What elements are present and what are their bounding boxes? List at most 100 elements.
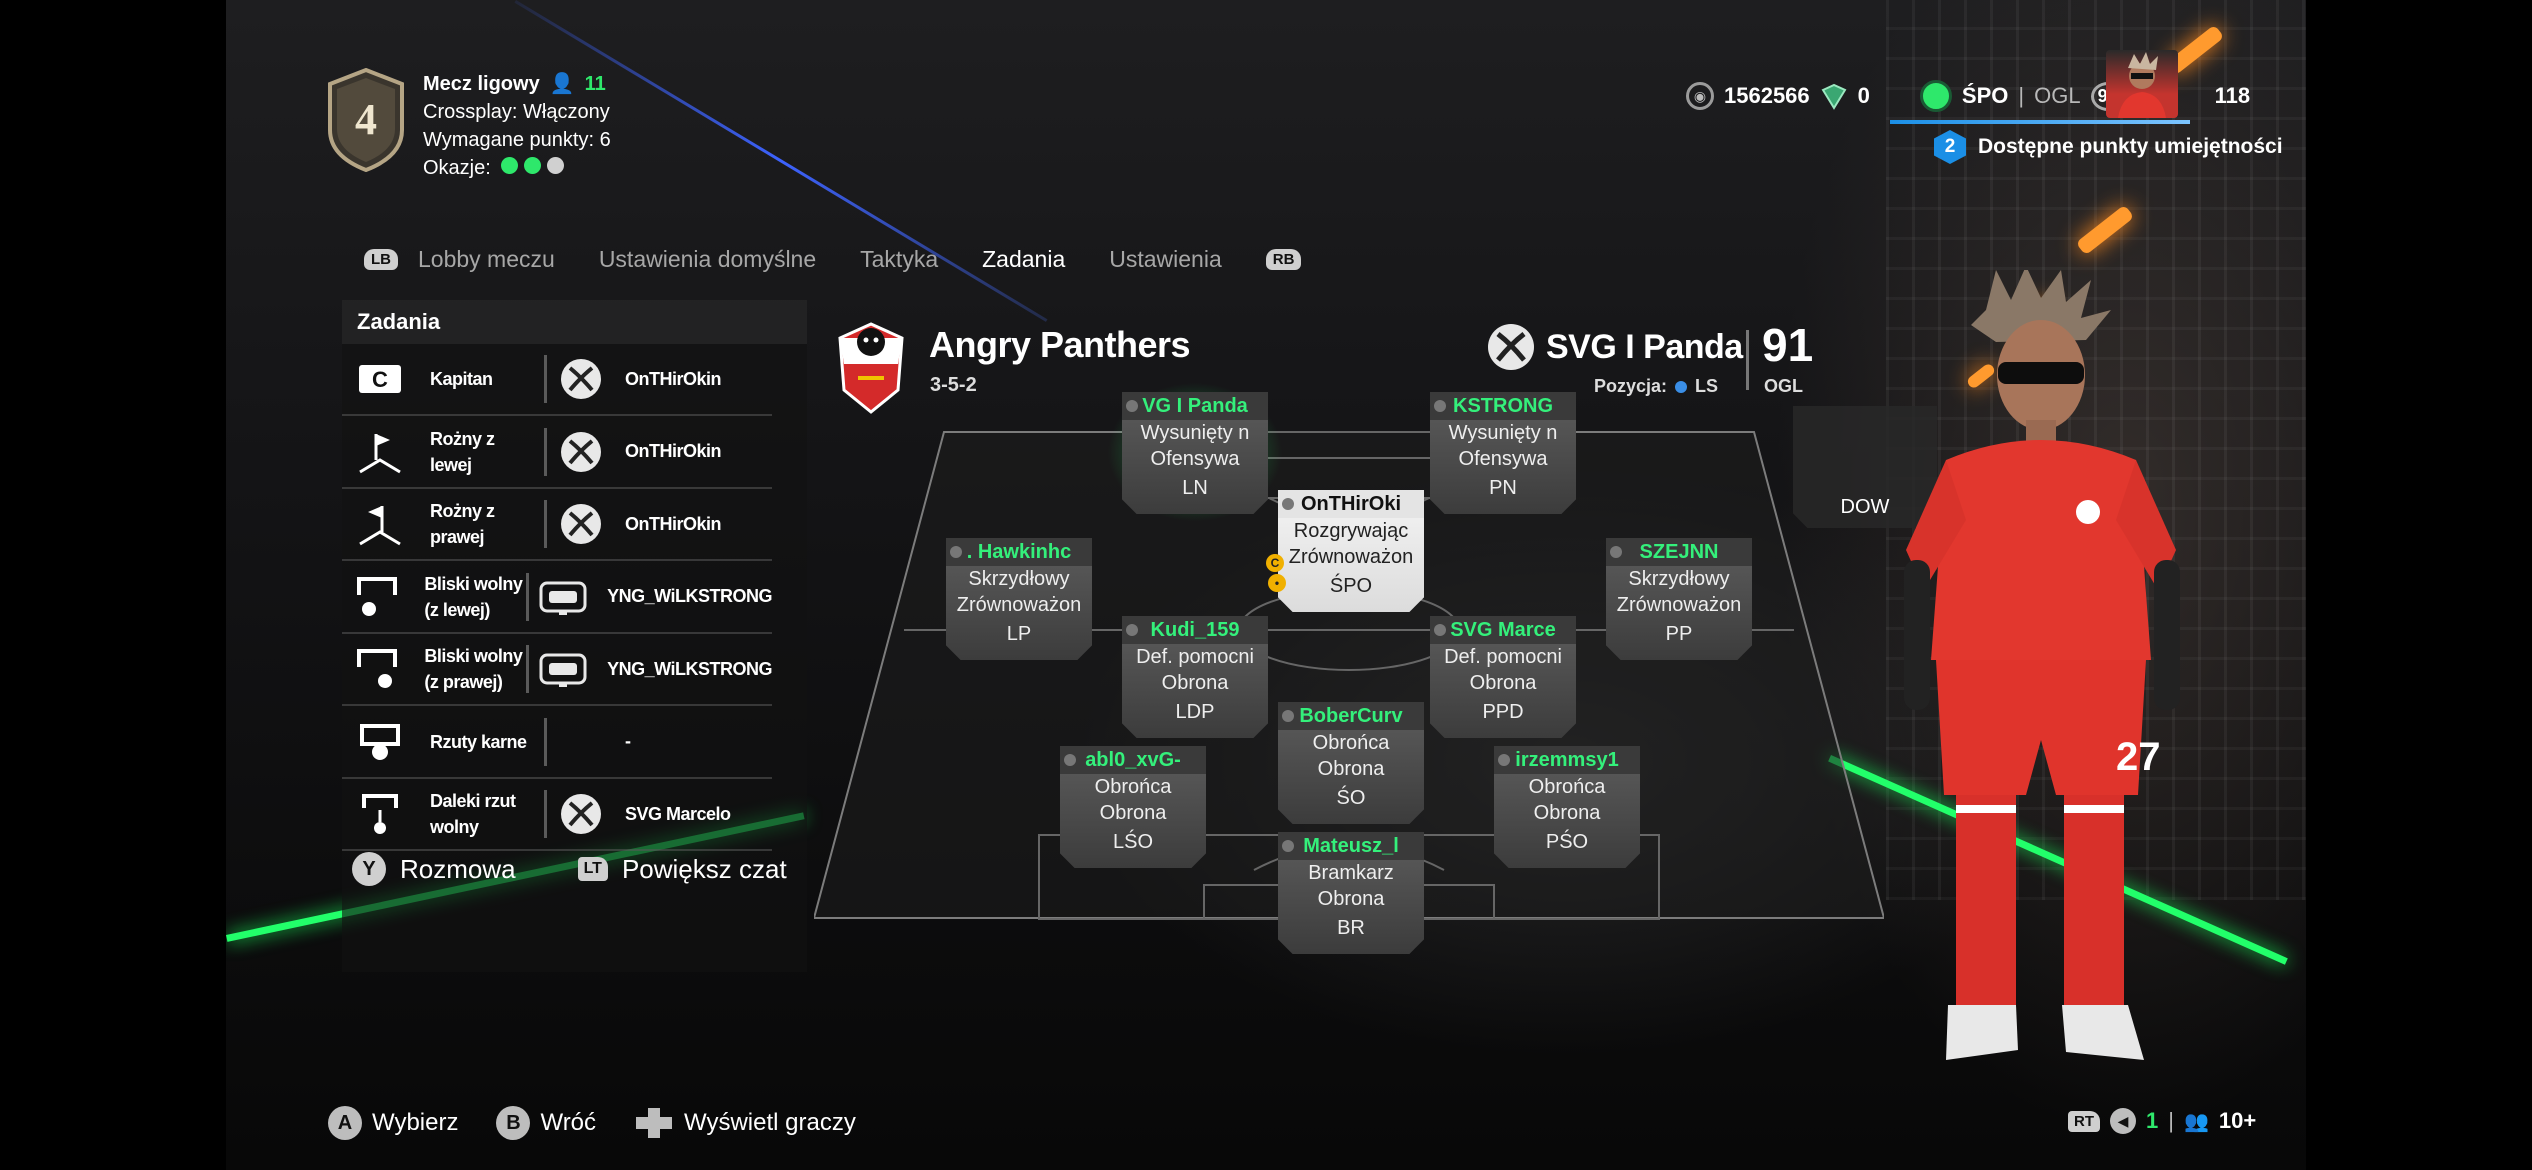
zoom-chat-button[interactable]: Powiększ czat	[622, 854, 787, 885]
y-button-icon[interactable]: Y	[352, 852, 386, 886]
platform-dot-icon	[1498, 754, 1510, 766]
tab-tasks[interactable]: Zadania	[982, 246, 1065, 273]
player-card-role1: Obrońca	[1094, 776, 1172, 798]
task-row[interactable]: Daleki rzut wolny SVG Marcelo	[342, 779, 772, 851]
player-card-ppd[interactable]: SVG Marce Def. pomocni Obrona PPD	[1430, 616, 1576, 738]
player-card-pn[interactable]: KSTRONG Wysunięty n Ofensywa PN	[1430, 392, 1576, 514]
task-row[interactable]: Rożny z lewej OnTHirOkin	[342, 417, 772, 489]
view-players-button[interactable]: Wyświetl graczy	[684, 1109, 856, 1137]
team-name: Angry Panthers	[929, 324, 1191, 365]
required-points: Wymagane punkty: 6	[423, 129, 611, 151]
player-card-role1: Obrońca	[1312, 732, 1390, 754]
player-card-name: . Hawkinhc	[946, 538, 1092, 566]
player-card-br[interactable]: Mateusz_l Bramkarz Obrona BR	[1278, 832, 1424, 954]
xp-progress-bar	[1890, 120, 2190, 124]
platform-dot-icon	[1610, 546, 1622, 558]
free-kick-far-icon	[354, 788, 406, 840]
player-card-name: Mateusz_l	[1278, 832, 1424, 860]
player-avatar[interactable]	[2106, 50, 2178, 118]
player-card-position: ŚPO	[1329, 575, 1373, 597]
platform-dot-icon	[950, 546, 962, 558]
task-divider	[544, 500, 547, 548]
player-card-pso[interactable]: irzemmsy1 Obrońca Obrona PŚO	[1494, 746, 1640, 868]
player-card-name-text: OnTHirOki	[1300, 493, 1401, 515]
chat-button[interactable]: Rozmowa	[400, 854, 516, 885]
player-card-role1: Def. pomocni	[1136, 646, 1254, 668]
tab-settings[interactable]: Ustawienia	[1109, 246, 1222, 273]
xbox-icon	[557, 355, 605, 403]
player-card-name-text: abl0_xvG-	[1085, 749, 1181, 771]
rating-divider	[1746, 330, 1749, 390]
player-position: ŚPO	[1961, 83, 2009, 108]
task-row[interactable]: Bliski wolny (z lewej) YNG_WiLKSTRONG	[342, 562, 772, 634]
xbox-icon	[557, 500, 605, 548]
tab-lobby[interactable]: Lobby meczu	[418, 246, 555, 273]
task-row[interactable]: Bliski wolny (z prawej) YNG_WiLKSTRONG	[342, 634, 772, 706]
task-label: Rzuty karne	[430, 731, 527, 752]
selected-player-name: SVG I Panda	[1546, 327, 1743, 366]
task-row[interactable]: Rożny z prawej OnTHirOkin	[342, 489, 772, 561]
task-assigned-player: SVG Marcelo	[625, 803, 731, 824]
player-card-position: PN	[1489, 477, 1517, 499]
ovr-label: OGL	[2034, 83, 2081, 108]
player-card-lso[interactable]: abl0_xvG- Obrońca Obrona LŚO	[1060, 746, 1206, 868]
division-rank-badge: 4	[326, 67, 406, 173]
platform-dot-icon	[1282, 710, 1294, 722]
task-assigned-player: OnTHirOkin	[625, 441, 722, 461]
chances-label: Okazje:	[423, 157, 491, 179]
crossplay-status: Crossplay: Włączony	[423, 101, 610, 123]
player-card-position: BR	[1337, 917, 1365, 939]
player-card-so[interactable]: BoberCurv Obrońca Obrona ŚO	[1278, 702, 1424, 824]
a-button-icon[interactable]: A	[328, 1106, 362, 1140]
platform-dot-icon	[1434, 400, 1446, 412]
task-label: Rożny z prawej	[430, 501, 495, 547]
platform-dot-icon	[1064, 754, 1076, 766]
player-card-position: PŚO	[1545, 831, 1589, 853]
points-gem-icon	[1821, 83, 1847, 110]
captain-icon: C	[354, 353, 406, 405]
points-value: 0	[1857, 83, 1870, 108]
lt-button-icon[interactable]: LT	[577, 857, 608, 881]
shirt-number: 27	[2116, 735, 2161, 779]
tab-default-settings[interactable]: Ustawienia domyślne	[599, 246, 816, 273]
select-button[interactable]: Wybierz	[372, 1109, 458, 1137]
task-label: Bliski wolny (z prawej)	[424, 646, 523, 692]
platform-dot-icon	[1282, 840, 1294, 852]
player-card-spo[interactable]: OnTHirOki Rozgrywając Zrównoważon ŚPO	[1278, 490, 1424, 612]
player-card-pp[interactable]: SZEJNN Skrzydłowy Zrównoważon PP	[1606, 538, 1752, 660]
player-card-lp[interactable]: . Hawkinhc Skrzydłowy Zrównoważon LP	[946, 538, 1092, 660]
player-card-ldp[interactable]: Kudi_159 Def. pomocni Obrona LDP	[1122, 616, 1268, 738]
b-button-icon[interactable]: B	[496, 1106, 531, 1140]
position-label: Pozycja:	[1594, 376, 1668, 396]
rb-button[interactable]: RB	[1265, 249, 1302, 270]
set-piece-badge-icon: •	[1268, 574, 1286, 592]
skill-points-notice[interactable]: 2 Dostępne punkty umiejętności	[1934, 130, 2283, 164]
player-card-name-text: irzemmsy1	[1515, 749, 1619, 771]
task-row[interactable]: Rzuty karne -	[342, 707, 772, 779]
task-row[interactable]: C Kapitan OnTHirOkin	[342, 344, 772, 416]
platform-dot-icon	[1434, 624, 1446, 636]
player-card-role2: Ofensywa	[1458, 448, 1548, 470]
players-icon: 👤	[549, 73, 575, 95]
tasks-title: Zadania	[342, 300, 807, 344]
platform-dot-icon	[1282, 498, 1294, 510]
rt-button-icon[interactable]: RT	[2068, 1110, 2100, 1132]
player-card-role1: Obrońca	[1528, 776, 1606, 798]
player-card-name: BoberCurv	[1278, 702, 1424, 730]
lb-button[interactable]: LB	[364, 249, 398, 270]
tab-tactics[interactable]: Taktyka	[860, 246, 938, 273]
player-card-name-text: KSTRONG	[1453, 395, 1553, 417]
platform-dot-icon	[1126, 624, 1138, 636]
svg-text:4: 4	[355, 95, 377, 144]
chances-indicators	[500, 154, 570, 182]
player-card-role1: Wysunięty n	[1448, 422, 1558, 444]
task-assigned-player: -	[625, 731, 631, 751]
selected-player-rating: 91	[1762, 319, 1814, 371]
match-info: Mecz ligowy 👤 11 Crossplay: Włączony Wym…	[423, 70, 611, 182]
player-card-ln[interactable]: VG I Panda Wysunięty n Ofensywa LN	[1122, 392, 1268, 514]
team-formation: 3-5-2	[930, 374, 977, 396]
task-assigned-player: YNG_WiLKSTRONG	[607, 658, 772, 679]
back-button[interactable]: Wróć	[540, 1109, 596, 1137]
player-avatar-figure: 27	[1876, 266, 2206, 1110]
xbox-icon	[557, 790, 605, 838]
